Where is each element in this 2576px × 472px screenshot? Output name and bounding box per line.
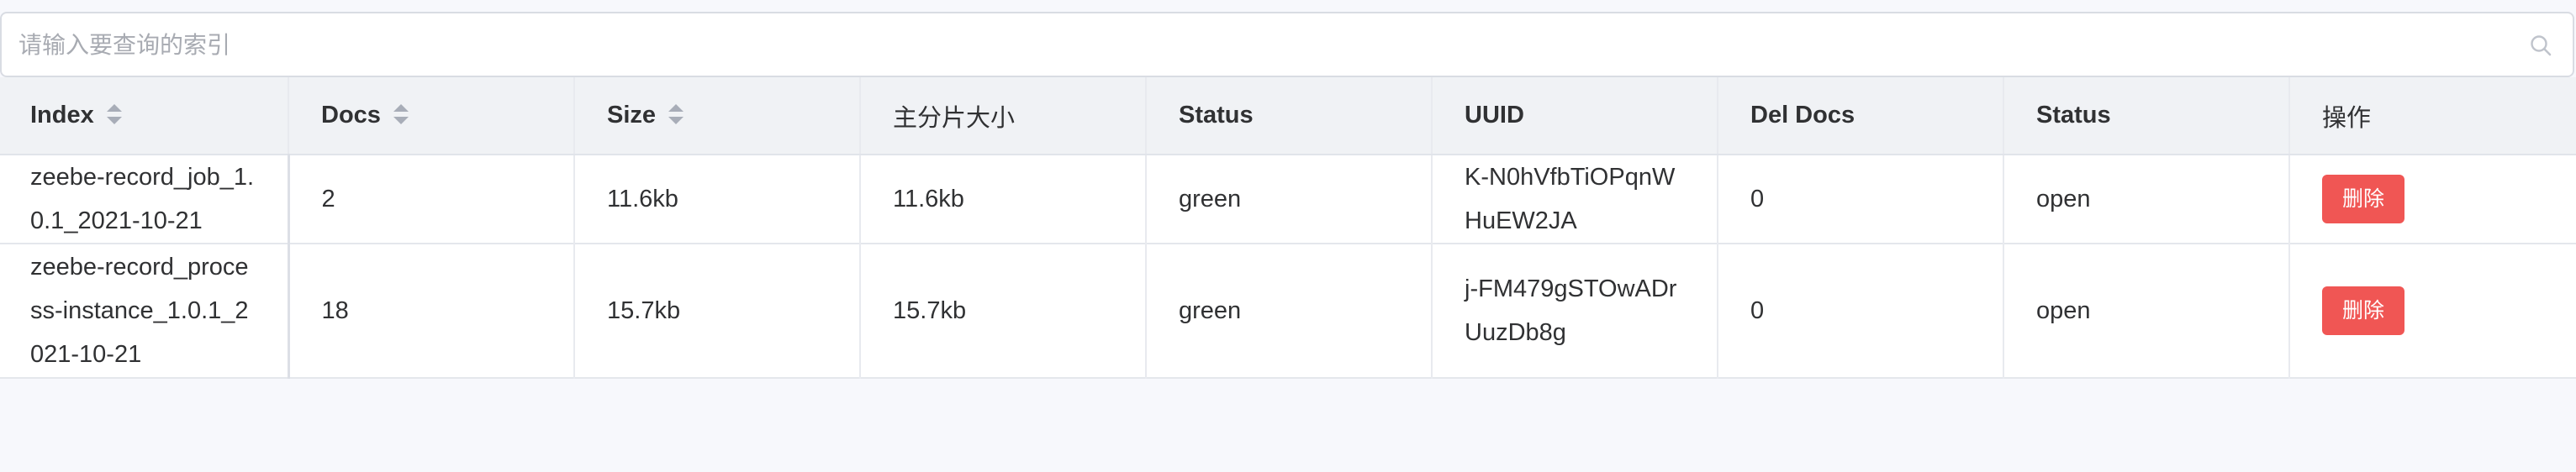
column-header-uuid: UUID	[1432, 77, 1718, 155]
table-row: zeebe-record_process-instance_1.0.1_2021…	[0, 244, 2576, 378]
cell-size: 11.6kb	[574, 155, 861, 244]
column-header-del-docs: Del Docs	[1718, 77, 2004, 155]
index-table: Index Docs Size 主分片大小 Status UUID Del Do…	[0, 77, 2576, 379]
column-header-label: Index	[30, 102, 94, 128]
cell-primary-size: 11.6kb	[860, 155, 1147, 244]
column-header-label: Docs	[321, 102, 381, 128]
cell-docs: 18	[288, 244, 575, 378]
cell-index: zeebe-record_job_1.0.1_2021-10-21	[0, 155, 290, 244]
cell-primary-size: 15.7kb	[860, 244, 1147, 378]
search-icon[interactable]	[2529, 34, 2552, 57]
cell-status: open	[2003, 244, 2290, 378]
cell-actions: 删除	[2289, 244, 2576, 378]
search-box	[0, 12, 2574, 77]
sort-caret-icon[interactable]	[393, 102, 409, 127]
cell-health: green	[1146, 244, 1433, 378]
cell-index: zeebe-record_process-instance_1.0.1_2021…	[0, 244, 290, 378]
sort-caret-icon[interactable]	[668, 102, 684, 127]
cell-health: green	[1146, 155, 1433, 244]
column-header-size[interactable]: Size	[574, 77, 861, 155]
column-header-docs[interactable]: Docs	[288, 77, 575, 155]
cell-size: 15.7kb	[574, 244, 861, 378]
cell-actions: 删除	[2289, 155, 2576, 244]
column-header-label: Size	[607, 102, 657, 128]
column-header-status: Status	[2003, 77, 2290, 155]
column-header-index[interactable]: Index	[0, 77, 289, 155]
column-header-actions: 操作	[2289, 77, 2576, 155]
cell-del-docs: 0	[1718, 244, 2004, 378]
table-row: zeebe-record_job_1.0.1_2021-10-21 2 11.6…	[0, 155, 2576, 244]
delete-button[interactable]: 删除	[2322, 286, 2404, 335]
column-header-health: Status	[1146, 77, 1433, 155]
cell-uuid: K-N0hVfbTiOPqnWHuEW2JA	[1432, 155, 1718, 244]
sort-caret-icon[interactable]	[106, 102, 123, 127]
cell-status: open	[2003, 155, 2290, 244]
delete-button[interactable]: 删除	[2322, 175, 2404, 223]
cell-docs: 2	[288, 155, 575, 244]
column-header-primary-size: 主分片大小	[860, 77, 1147, 155]
index-search-input[interactable]	[2, 13, 2573, 76]
cell-del-docs: 0	[1718, 155, 2004, 244]
cell-uuid: j-FM479gSTOwADrUuzDb8g	[1432, 244, 1718, 378]
table-header-row: Index Docs Size 主分片大小 Status UUID Del Do…	[0, 77, 2576, 155]
